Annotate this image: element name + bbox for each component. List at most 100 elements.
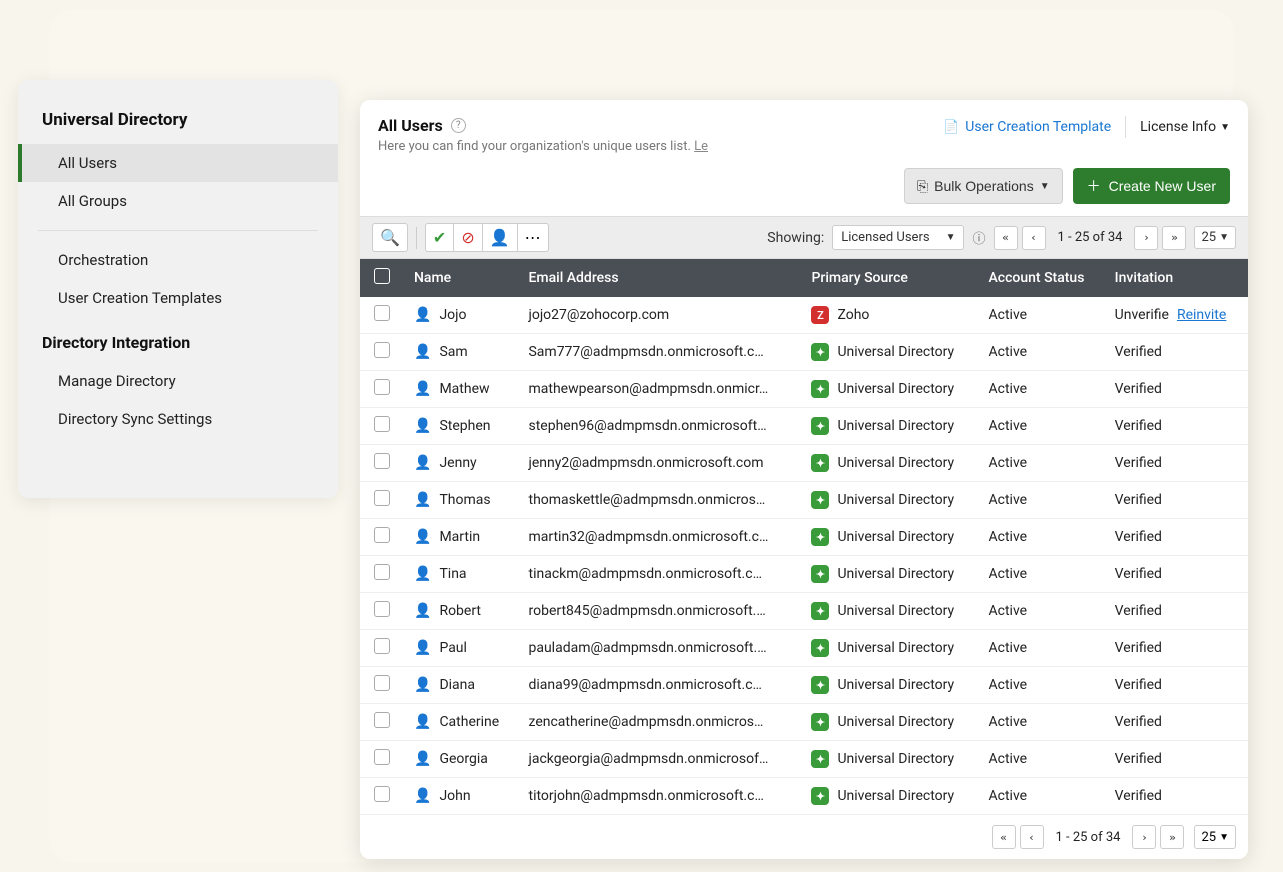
filter-select[interactable]: Licensed Users ▼	[832, 225, 964, 250]
table-row[interactable]: 👤SamSam777@admpmsdn.onmicrosoft.com✦Univ…	[360, 334, 1248, 371]
pager-prev-button[interactable]: ‹	[1020, 825, 1044, 849]
table-row[interactable]: 👤Jennyjenny2@admpmsdn.onmicrosoft.com✦Un…	[360, 445, 1248, 482]
invitation-status: Verified	[1115, 529, 1162, 545]
create-label: Create New User	[1109, 178, 1216, 194]
pager-bottom: « ‹ 1 - 25 of 34 › » 25 ▼	[360, 815, 1248, 859]
row-checkbox[interactable]	[374, 786, 390, 802]
pager-first-button[interactable]: «	[992, 825, 1016, 849]
table-row[interactable]: 👤Paulpauladam@admpmsdn.onmicrosoft.c...✦…	[360, 630, 1248, 667]
user-icon: 👤	[414, 566, 431, 582]
remove-user-button[interactable]: 👤	[483, 223, 518, 252]
sidebar-item-all-groups[interactable]: All Groups	[18, 182, 338, 220]
table-row[interactable]: 👤Dianadiana99@admpmsdn.onmicrosoft.com✦U…	[360, 667, 1248, 704]
col-source[interactable]: Primary Source	[801, 259, 978, 297]
table-row[interactable]: 👤Catherinezencatherine@admpmsdn.onmicros…	[360, 704, 1248, 741]
main-panel: All Users ? Here you can find your organ…	[360, 100, 1248, 859]
universal-directory-icon: ✦	[811, 602, 829, 620]
pager-next-button[interactable]: ›	[1134, 226, 1158, 250]
col-invitation[interactable]: Invitation	[1105, 259, 1248, 297]
account-status: Active	[989, 418, 1028, 434]
page-size-select[interactable]: 25 ▼	[1194, 226, 1236, 249]
action-bar: ⎘ Bulk Operations ▼ ＋ Create New User	[360, 168, 1248, 216]
table-row[interactable]: 👤Thomasthomaskettle@admpmsdn.onmicroso..…	[360, 482, 1248, 519]
universal-directory-icon: ✦	[811, 491, 829, 509]
more-actions-button[interactable]: ⋯	[518, 223, 549, 252]
user-icon: 👤	[414, 640, 431, 656]
sidebar-separator	[38, 230, 318, 231]
pager-prev-button[interactable]: ‹	[1022, 226, 1046, 250]
invitation-status: Verified	[1115, 418, 1162, 434]
pager-last-button[interactable]: »	[1162, 226, 1186, 250]
license-info-dropdown[interactable]: License Info ▼	[1140, 119, 1230, 135]
account-status: Active	[989, 788, 1028, 804]
divider	[416, 227, 417, 249]
pager-next-button[interactable]: ›	[1132, 825, 1156, 849]
user-icon: 👤	[414, 307, 431, 323]
table-row[interactable]: 👤Jojojojo27@zohocorp.comZZohoActiveUnver…	[360, 297, 1248, 334]
learn-more-link[interactable]: Le	[694, 139, 708, 154]
universal-directory-icon: ✦	[811, 454, 829, 472]
row-checkbox[interactable]	[374, 749, 390, 765]
invitation-status: Unverifie	[1115, 307, 1169, 323]
reinvite-link[interactable]: Reinvite	[1177, 307, 1226, 323]
col-name[interactable]: Name	[404, 259, 518, 297]
user-name: Thomas	[439, 492, 490, 508]
user-name: Stephen	[439, 418, 490, 434]
sidebar-item-user-creation-templates[interactable]: User Creation Templates	[18, 279, 338, 317]
table-row[interactable]: 👤Mathewmathewpearson@admpmsdn.onmicr...✦…	[360, 371, 1248, 408]
primary-source-label: Universal Directory	[837, 344, 954, 360]
table-row[interactable]: 👤Tinatinackm@admpmsdn.onmicrosoft.com✦Un…	[360, 556, 1248, 593]
account-status: Active	[989, 381, 1028, 397]
toolbar-action-group: ✔ ⊘ 👤 ⋯	[425, 223, 549, 252]
select-all-checkbox[interactable]	[374, 268, 390, 284]
sidebar-item-orchestration[interactable]: Orchestration	[18, 241, 338, 279]
pager-last-button[interactable]: »	[1160, 825, 1184, 849]
sidebar-item-manage-directory[interactable]: Manage Directory	[18, 362, 338, 400]
user-creation-template-link[interactable]: 📄 User Creation Template	[943, 119, 1111, 135]
row-checkbox[interactable]	[374, 453, 390, 469]
divider	[1125, 116, 1126, 138]
row-checkbox[interactable]	[374, 638, 390, 654]
row-checkbox[interactable]	[374, 675, 390, 691]
sidebar-item-label: Manage Directory	[58, 372, 176, 390]
sidebar-item-directory-sync-settings[interactable]: Directory Sync Settings	[18, 400, 338, 438]
enable-button[interactable]: ✔	[425, 223, 454, 252]
row-checkbox[interactable]	[374, 527, 390, 543]
row-checkbox[interactable]	[374, 342, 390, 358]
col-email[interactable]: Email Address	[518, 259, 801, 297]
user-email: martin32@admpmsdn.onmicrosoft.co...	[528, 529, 768, 545]
create-new-user-button[interactable]: ＋ Create New User	[1073, 168, 1230, 204]
row-checkbox[interactable]	[374, 601, 390, 617]
user-name: John	[439, 788, 470, 804]
table-row[interactable]: 👤Georgiajackgeorgia@admpmsdn.onmicrosoft…	[360, 741, 1248, 778]
search-button[interactable]: 🔍	[372, 223, 408, 252]
help-icon[interactable]: ?	[451, 118, 466, 133]
row-checkbox[interactable]	[374, 379, 390, 395]
info-icon[interactable]: ⓘ	[972, 228, 985, 247]
sidebar-item-all-users[interactable]: All Users	[18, 144, 338, 182]
bulk-operations-button[interactable]: ⎘ Bulk Operations ▼	[904, 168, 1063, 204]
showing-label: Showing:	[767, 230, 824, 246]
row-checkbox[interactable]	[374, 416, 390, 432]
universal-directory-icon: ✦	[811, 417, 829, 435]
table-row[interactable]: 👤Johntitorjohn@admpmsdn.onmicrosoft.com✦…	[360, 778, 1248, 815]
zoho-icon: Z	[811, 306, 829, 324]
table-row[interactable]: 👤Stephenstephen96@admpmsdn.onmicrosoft..…	[360, 408, 1248, 445]
primary-source-label: Universal Directory	[837, 529, 954, 545]
subtitle-text: Here you can find your organization's un…	[378, 139, 694, 154]
more-icon: ⋯	[525, 228, 541, 247]
disable-button[interactable]: ⊘	[454, 223, 482, 252]
table-row[interactable]: 👤Robertrobert845@admpmsdn.onmicrosoft.c.…	[360, 593, 1248, 630]
row-checkbox[interactable]	[374, 305, 390, 321]
col-status[interactable]: Account Status	[979, 259, 1105, 297]
primary-source-label: Universal Directory	[837, 603, 954, 619]
account-status: Active	[989, 566, 1028, 582]
row-checkbox[interactable]	[374, 564, 390, 580]
row-checkbox[interactable]	[374, 490, 390, 506]
table-row[interactable]: 👤Martinmartin32@admpmsdn.onmicrosoft.co.…	[360, 519, 1248, 556]
page-size-select[interactable]: 25 ▼	[1194, 825, 1236, 849]
row-checkbox[interactable]	[374, 712, 390, 728]
pager-first-button[interactable]: «	[994, 226, 1018, 250]
primary-source-label: Zoho	[837, 307, 869, 323]
ban-icon: ⊘	[461, 228, 474, 247]
